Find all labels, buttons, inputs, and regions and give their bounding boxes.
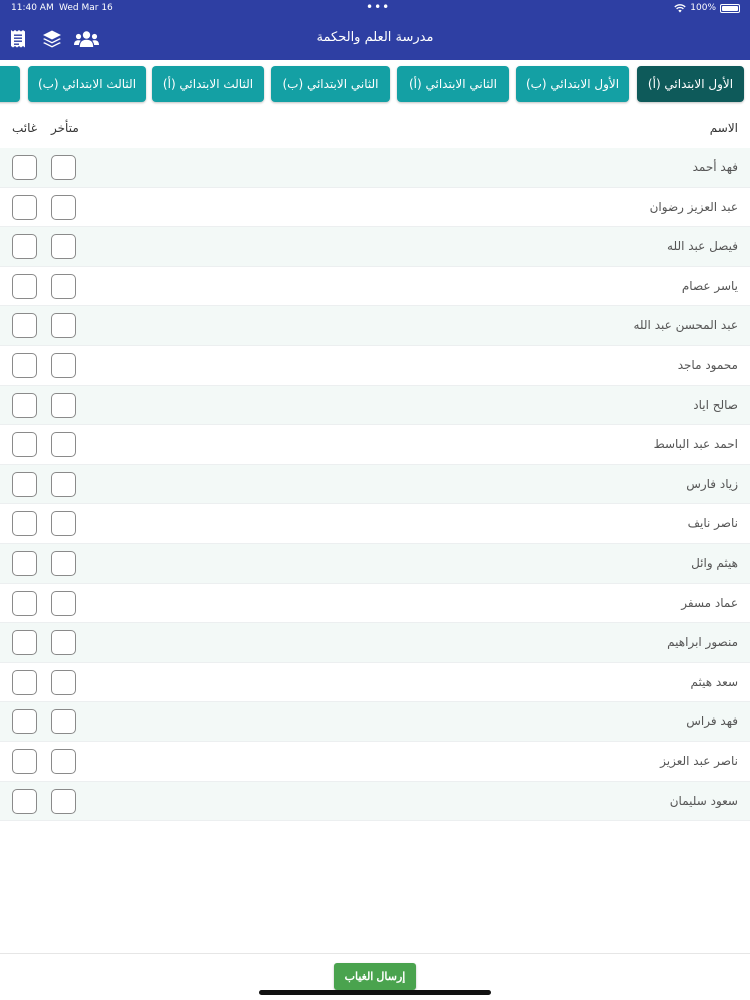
table-row: ياسر عصام [0,267,750,307]
tab-grade1-a[interactable]: الأول الابتدائي (أ) [637,66,744,102]
late-checkbox[interactable] [51,669,76,695]
absent-checkbox[interactable] [12,748,37,774]
absent-checkbox[interactable] [12,313,37,339]
table-row: سعد هيثم [0,663,750,703]
student-name: هيثم وائل [691,555,738,570]
absent-checkbox[interactable] [12,234,37,260]
header-late: متأخر [51,121,79,135]
multitasking-dots-icon[interactable]: ••• [366,0,390,14]
class-tabs: الأول الابتدائي (أ) الأول الابتدائي (ب) … [0,60,750,108]
student-name: احمد عبد الباسط [653,437,738,452]
late-checkbox[interactable] [51,630,76,656]
late-checkbox[interactable] [51,748,76,774]
table-row: احمد عبد الباسط [0,425,750,465]
student-name: صالح اياد [693,397,738,412]
app-bar: مدرسة العلم والحكمة [0,18,750,60]
student-name: ناصر عبد العزيز [660,753,738,768]
student-name: فهد أحمد [692,160,738,174]
table-row: سعود سليمان [0,781,750,822]
late-checkbox[interactable] [51,511,76,537]
absent-checkbox[interactable] [12,352,37,378]
absent-checkbox[interactable] [12,194,37,220]
status-bar: 11:40 AM Wed Mar 16 ••• 100% [0,0,750,18]
student-name: عماد مسفر [681,595,738,610]
table-row: فهد أحمد [0,148,750,188]
absent-checkbox[interactable] [12,590,37,616]
tab-grade3-a[interactable]: الثالث الابتدائي (أ) [152,66,264,102]
absent-checkbox[interactable] [12,630,37,656]
table-row: هيثم وائل [0,543,750,584]
student-list: فهد أحمد عبد العزيز رضوان فيصل عبد الله ياس… [0,148,750,822]
table-row: فهد فراس [0,702,750,742]
footer-divider [0,953,750,954]
student-name: سعود سليمان [669,793,738,808]
battery-percent: 100% [690,3,716,13]
late-checkbox[interactable] [51,788,76,814]
student-name: منصور ابراهيم [667,635,738,650]
table-row: محمود ماجد [0,346,750,386]
absent-checkbox[interactable] [12,550,37,576]
absent-checkbox[interactable] [12,471,37,497]
tab-grade1-b[interactable]: الأول الابتدائي (ب) [516,66,629,102]
late-checkbox[interactable] [51,273,76,299]
late-checkbox[interactable] [51,392,76,418]
tab-grade3-b[interactable]: الثالث الابتدائي (ب) [28,66,146,102]
late-checkbox[interactable] [51,155,76,180]
tab-overflow[interactable] [0,66,20,102]
student-name: محمود ماجد [677,357,738,372]
late-checkbox[interactable] [51,352,76,378]
student-name: سعد هيثم [690,674,738,689]
late-checkbox[interactable] [51,194,76,220]
table-row: ناصر عبد العزيز [0,742,750,782]
student-name: ناصر نايف [687,516,738,531]
absent-checkbox[interactable] [12,392,37,418]
late-checkbox[interactable] [51,234,76,260]
table-row: صالح اياد [0,385,750,426]
student-name: فيصل عبد الله [667,239,738,254]
absent-checkbox[interactable] [12,273,37,299]
student-name: فهد فراس [686,714,738,729]
table-row: ناصر نايف [0,504,750,544]
table-row: عبد المحسن عبد الله [0,306,750,346]
student-name: عبد العزيز رضوان [649,199,738,214]
absent-checkbox[interactable] [12,511,37,537]
table-row: منصور ابراهيم [0,623,750,663]
send-absence-button[interactable]: إرسال الغياب [334,963,416,990]
late-checkbox[interactable] [51,471,76,497]
absent-checkbox[interactable] [12,709,37,735]
late-checkbox[interactable] [51,590,76,616]
table-row: فيصل عبد الله [0,227,750,267]
table-row: عبد العزيز رضوان [0,188,750,228]
student-name: ياسر عصام [681,278,738,293]
late-checkbox[interactable] [51,432,76,458]
status-date: Wed Mar 16 [59,3,113,13]
tab-grade2-a[interactable]: الثاني الابتدائي (أ) [397,66,509,102]
student-name: زياد فارس [686,476,738,491]
status-time: 11:40 AM [11,3,54,13]
home-indicator [259,990,491,995]
late-checkbox[interactable] [51,709,76,735]
absent-checkbox[interactable] [12,669,37,695]
absent-checkbox[interactable] [12,155,37,180]
absent-checkbox[interactable] [12,788,37,814]
student-name: عبد المحسن عبد الله [633,318,738,333]
late-checkbox[interactable] [51,313,76,339]
table-row: زياد فارس [0,464,750,505]
header-name: الاسم [709,121,738,135]
tab-grade2-b[interactable]: الثاني الابتدائي (ب) [271,66,390,102]
late-checkbox[interactable] [51,550,76,576]
wifi-icon [674,3,686,12]
absent-checkbox[interactable] [12,432,37,458]
battery-icon [720,3,740,13]
app-title: مدرسة العلم والحكمة [316,30,434,45]
header-absent: غائب [12,121,38,135]
table-row: عماد مسفر [0,584,750,624]
